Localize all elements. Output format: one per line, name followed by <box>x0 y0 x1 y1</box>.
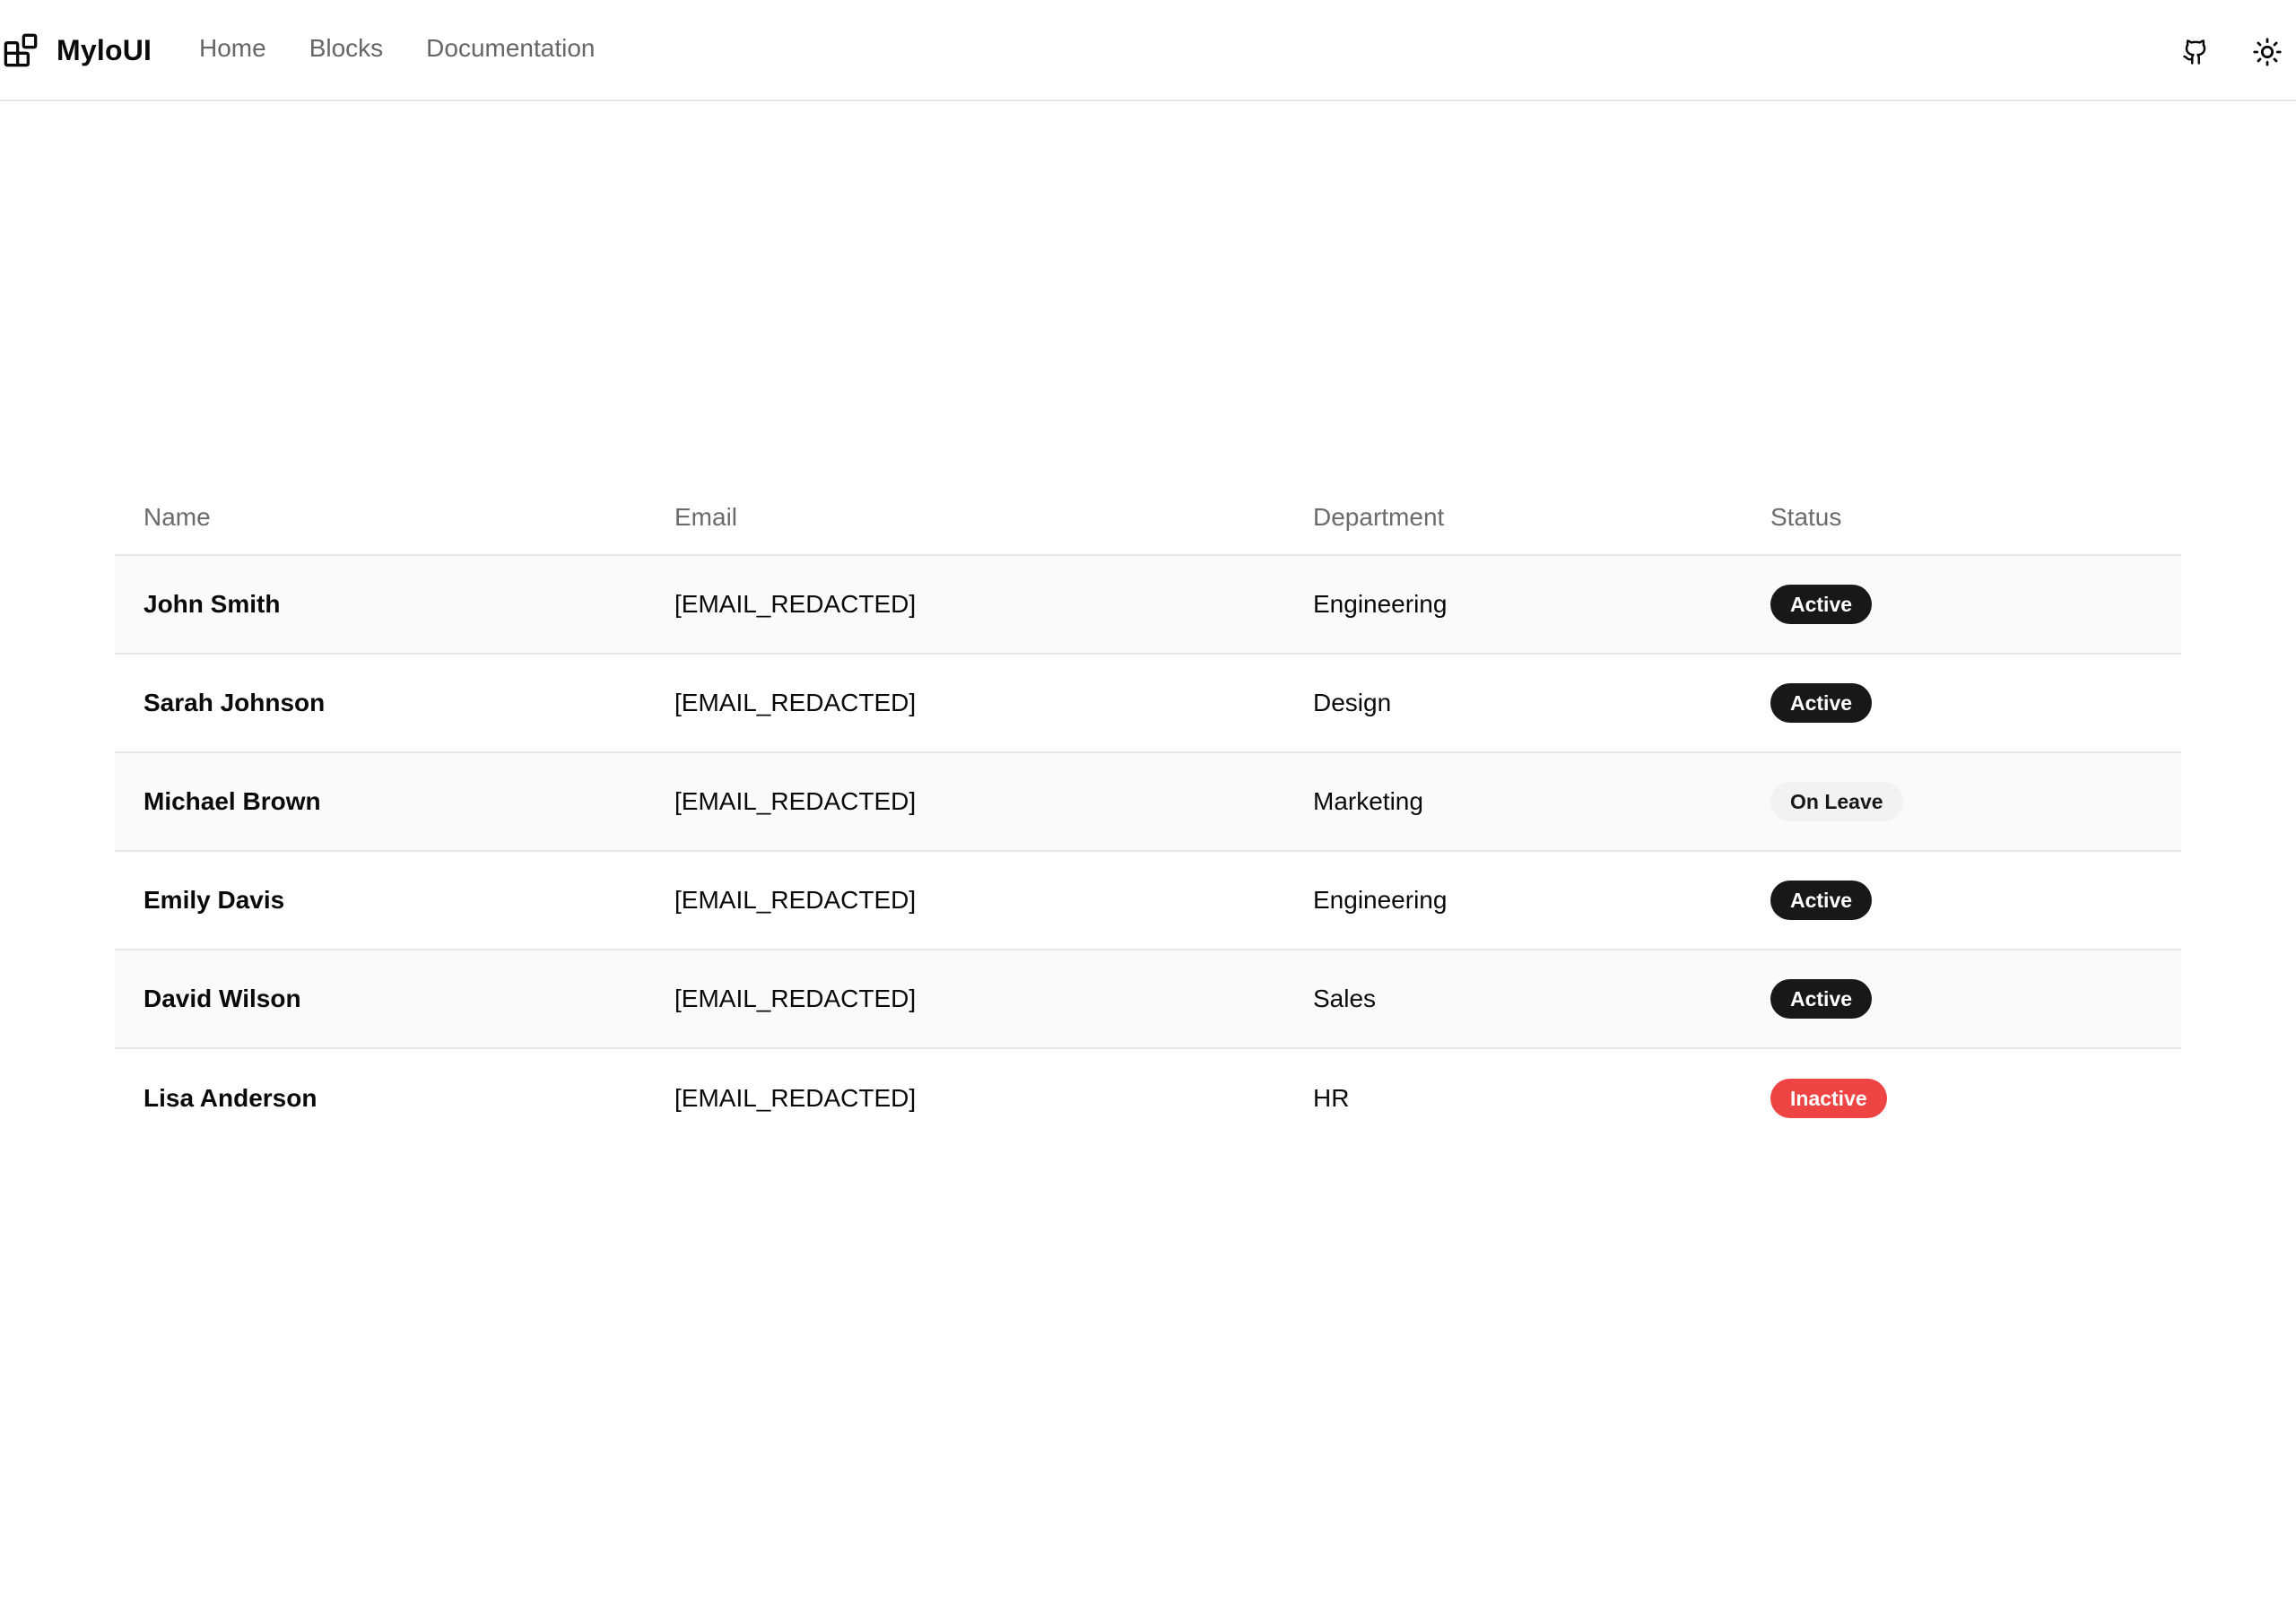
table-header-row: Name Email Department Status <box>115 480 2181 556</box>
cell-department: Engineering <box>1284 555 1742 655</box>
employee-table: Name Email Department Status John Smith … <box>115 480 2181 1147</box>
cell-department: Marketing <box>1284 752 1742 852</box>
table-row[interactable]: Sarah Johnson [EMAIL_REDACTED] Design Ac… <box>115 654 2181 753</box>
table-row[interactable]: Lisa Anderson [EMAIL_REDACTED] HR Inacti… <box>115 1048 2181 1147</box>
sun-icon <box>2253 38 2282 66</box>
cell-status: Active <box>1742 950 2181 1049</box>
cell-name: John Smith <box>115 555 646 655</box>
cell-name: Michael Brown <box>115 752 646 852</box>
cell-name: Emily Davis <box>115 851 646 950</box>
column-header-department[interactable]: Department <box>1284 480 1742 556</box>
blocks-icon <box>4 33 38 67</box>
nav-link-blocks[interactable]: Blocks <box>309 34 383 63</box>
table-row[interactable]: John Smith [EMAIL_REDACTED] Engineering … <box>115 555 2181 655</box>
status-badge: Active <box>1770 683 1873 723</box>
github-button[interactable] <box>2176 32 2215 72</box>
status-badge: Inactive <box>1770 1078 1887 1118</box>
column-header-status[interactable]: Status <box>1742 480 2181 556</box>
table-row[interactable]: David Wilson [EMAIL_REDACTED] Sales Acti… <box>115 950 2181 1049</box>
github-icon <box>2183 39 2206 65</box>
cell-department: Design <box>1284 654 1742 753</box>
main-nav: Home Blocks Documentation <box>199 34 639 63</box>
brand-name: MyloUI <box>57 33 152 66</box>
nav-link-home[interactable]: Home <box>199 34 266 63</box>
table-row[interactable]: Michael Brown [EMAIL_REDACTED] Marketing… <box>115 752 2181 852</box>
employee-table-container: Name Email Department Status John Smith … <box>115 480 2181 1147</box>
cell-email: [EMAIL_REDACTED] <box>646 1048 1284 1147</box>
status-badge: Active <box>1770 881 1873 920</box>
cell-status: Active <box>1742 555 2181 655</box>
cell-status: Active <box>1742 851 2181 950</box>
cell-email: [EMAIL_REDACTED] <box>646 654 1284 753</box>
table-header: Name Email Department Status <box>115 480 2181 556</box>
table-row[interactable]: Emily Davis [EMAIL_REDACTED] Engineering… <box>115 851 2181 950</box>
status-badge: Active <box>1770 979 1873 1019</box>
nav-link-documentation[interactable]: Documentation <box>426 34 595 63</box>
cell-email: [EMAIL_REDACTED] <box>646 950 1284 1049</box>
cell-status: Active <box>1742 654 2181 753</box>
cell-status: On Leave <box>1742 752 2181 852</box>
column-header-email[interactable]: Email <box>646 480 1284 556</box>
cell-name: Lisa Anderson <box>115 1048 646 1147</box>
cell-email: [EMAIL_REDACTED] <box>646 555 1284 655</box>
cell-email: [EMAIL_REDACTED] <box>646 752 1284 852</box>
cell-department: HR <box>1284 1048 1742 1147</box>
brand-link[interactable]: MyloUI <box>3 32 152 68</box>
status-badge: Active <box>1770 585 1873 624</box>
theme-toggle-button[interactable] <box>2248 32 2287 72</box>
table-body: John Smith [EMAIL_REDACTED] Engineering … <box>115 555 2181 1147</box>
top-navbar: MyloUI Home Blocks Documentation <box>0 0 2296 101</box>
header-actions <box>2176 32 2296 72</box>
cell-name: David Wilson <box>115 950 646 1049</box>
column-header-name[interactable]: Name <box>115 480 646 556</box>
cell-name: Sarah Johnson <box>115 654 646 753</box>
cell-status: Inactive <box>1742 1048 2181 1147</box>
cell-department: Engineering <box>1284 851 1742 950</box>
status-badge: On Leave <box>1770 782 1903 821</box>
cell-email: [EMAIL_REDACTED] <box>646 851 1284 950</box>
cell-department: Sales <box>1284 950 1742 1049</box>
